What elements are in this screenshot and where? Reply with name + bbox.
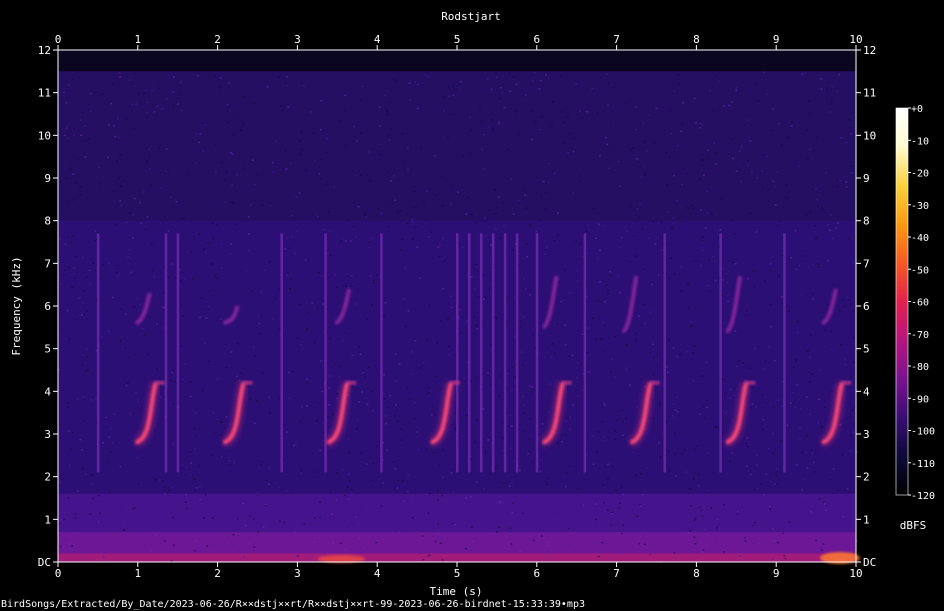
y-tick-label-right: 4 — [863, 385, 870, 398]
x-tick-label: 5 — [454, 567, 461, 580]
x-tick-label: 4 — [374, 567, 381, 580]
call-tail — [745, 380, 756, 385]
y-tick-label-right: 12 — [863, 44, 876, 57]
x-tick-label: 0 — [55, 567, 62, 580]
colorbar-tick-label: -110 — [911, 459, 935, 470]
call-tail — [154, 380, 165, 385]
click-transient — [515, 233, 519, 473]
colorbar-tick-label: -80 — [911, 362, 929, 373]
colorbar-tick-label: -120 — [911, 491, 935, 502]
spectrogram-top-band — [58, 50, 856, 72]
x-axis-label: Time (s) — [430, 585, 483, 598]
x-tick-label-top: 4 — [374, 33, 381, 46]
x-tick-label-top: 2 — [214, 33, 221, 46]
y-tick-label: 2 — [44, 471, 51, 484]
call-tail — [242, 380, 253, 385]
x-tick-label-top: 9 — [773, 33, 780, 46]
click-transient — [467, 233, 471, 473]
call-tail — [561, 380, 572, 385]
y-tick-label: 5 — [44, 343, 51, 356]
click-transient — [380, 233, 383, 473]
colorbar-tick-label: -30 — [911, 201, 929, 212]
x-tick-label-top: 10 — [849, 33, 862, 46]
colorbar-tick-label: -20 — [911, 169, 929, 180]
chart-title: Rodstjart — [441, 10, 501, 23]
x-tick-label-top: 1 — [134, 33, 141, 46]
colorbar-tick-label: -70 — [911, 330, 929, 341]
y-tick-label: 6 — [44, 300, 51, 313]
x-tick-label-top: 0 — [55, 33, 62, 46]
x-tick-label: 3 — [294, 567, 301, 580]
click-transient — [96, 233, 100, 473]
x-tick-label: 7 — [613, 567, 620, 580]
y-tick-label: 10 — [38, 129, 51, 142]
spectrogram-chart: 001122334455667788991010DC DC1 12 23 34 45 56 6… — [10, 10, 935, 598]
click-transient — [783, 233, 786, 473]
y-tick-label-right: 2 — [863, 471, 870, 484]
click-transient — [719, 233, 722, 473]
call-tail — [450, 380, 461, 385]
y-tick-label-right: 8 — [863, 215, 870, 228]
y-tick-label: 12 — [38, 44, 51, 57]
spectrogram-high-band — [58, 71, 856, 221]
click-transient — [164, 233, 168, 473]
click-transient — [535, 233, 539, 473]
colorbar-tick-label: -50 — [911, 265, 929, 276]
x-tick-label-top: 3 — [294, 33, 301, 46]
colorbar-tick-label: -100 — [911, 427, 935, 438]
click-transient — [479, 233, 483, 473]
y-tick-label-right: 10 — [863, 129, 876, 142]
click-transient — [503, 233, 507, 473]
y-tick-label: 4 — [44, 385, 51, 398]
click-transient — [583, 233, 587, 473]
y-tick-label-right: 3 — [863, 428, 870, 441]
file-path-caption: BirdSongs/Extracted/By_Date/2023-06-26/R… — [1, 599, 585, 610]
y-tick-label-right: 5 — [863, 343, 870, 356]
y-tick-label: DC — [38, 556, 51, 569]
colorbar-tick-label: -60 — [911, 298, 929, 309]
y-tick-label-right: 1 — [863, 513, 870, 526]
colorbar-tick-label: +0 — [911, 104, 923, 115]
x-tick-label-top: 6 — [533, 33, 540, 46]
x-tick-label: 1 — [134, 567, 141, 580]
y-tick-label: 8 — [44, 215, 51, 228]
y-tick-label: 11 — [38, 87, 51, 100]
colorbar-tick-label: -40 — [911, 233, 929, 244]
colorbar-label: dBFS — [900, 519, 927, 532]
x-tick-label: 2 — [214, 567, 221, 580]
y-tick-label: 9 — [44, 172, 51, 185]
y-tick-label-right: 7 — [863, 257, 870, 270]
y-tick-label-right: 11 — [863, 87, 876, 100]
x-tick-label-top: 7 — [613, 33, 620, 46]
spectrogram-figure: 0 0 1 1 2 2 3 3 4 4 5 5 6 6 7 7 8 8 9 9 10 10 DC DC 1 1 2 2 3 3 4 4 5 5 6 6… — [0, 0, 944, 611]
y-axis-label: Frequency (kHz) — [10, 256, 23, 355]
click-transient — [491, 233, 495, 473]
click-transient — [663, 233, 666, 473]
y-tick-label-right: DC — [863, 556, 876, 569]
click-transient — [176, 233, 180, 473]
colorbar: +0 -10 -20 -30 -40 -50 -60 -70 -80 -90 -100 -110 -12… — [895, 104, 935, 502]
y-tick-label-right: 6 — [863, 300, 870, 313]
click-transient — [324, 233, 327, 473]
spectrogram-dc-line — [58, 553, 856, 562]
colorbar-gradient — [895, 107, 909, 496]
y-tick-label: 3 — [44, 428, 51, 441]
colorbar-tick-label: -90 — [911, 394, 929, 405]
x-tick-label-top: 5 — [454, 33, 461, 46]
click-transient — [456, 233, 459, 473]
click-transient — [280, 233, 283, 473]
x-tick-label: 8 — [693, 567, 700, 580]
call-tail — [841, 380, 852, 385]
x-tick-label: 6 — [533, 567, 540, 580]
colorbar-tick-label: -10 — [911, 136, 929, 147]
x-tick-label: 10 — [849, 567, 862, 580]
call-tail — [346, 380, 357, 385]
y-tick-label: 7 — [44, 257, 51, 270]
y-tick-label: 1 — [44, 513, 51, 526]
x-tick-label-top: 8 — [693, 33, 700, 46]
call-tail — [649, 380, 660, 385]
y-tick-label-right: 9 — [863, 172, 870, 185]
x-tick-label: 9 — [773, 567, 780, 580]
